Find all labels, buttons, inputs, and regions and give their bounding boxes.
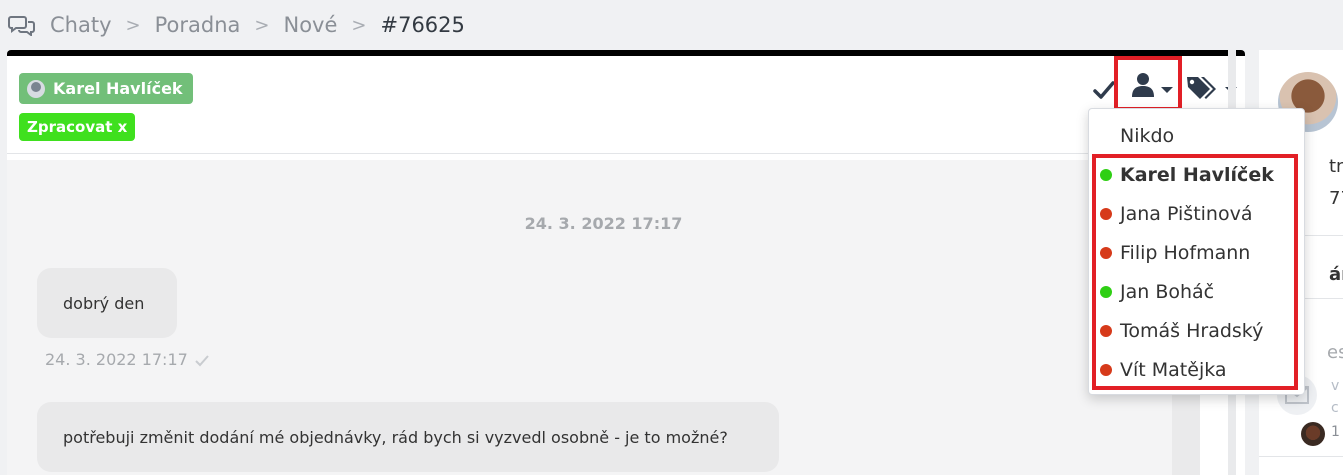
dropdown-item-jan-bohac[interactable]: Jan Boháč xyxy=(1089,272,1304,311)
offline-status-dot xyxy=(1100,363,1112,376)
offline-status-dot xyxy=(1100,207,1112,220)
breadcrumb-separator: > xyxy=(254,14,270,36)
message-list: 24. 3. 2022 17:17 dobrý den 24. 3. 2022 … xyxy=(7,160,1200,475)
customer-info-fragment: 77 xyxy=(1329,188,1343,209)
panel-divider-line xyxy=(1259,456,1343,457)
message-text: dobrý den xyxy=(63,293,145,313)
assign-dropdown-caret-icon[interactable] xyxy=(1161,87,1173,93)
breadcrumb-nove[interactable]: Nové xyxy=(283,13,337,37)
assigned-agent-name: Karel Havlíček xyxy=(53,79,183,98)
chat-card: Karel Havlíček Zpracovat x 24. 3. 2022 1… xyxy=(7,50,1245,475)
breadcrumb-poradna[interactable]: Poradna xyxy=(155,13,241,37)
panel-fragment: 1 xyxy=(1331,424,1340,440)
date-divider: 24. 3. 2022 17:17 xyxy=(524,214,683,233)
dropdown-item-nikdo[interactable]: Nikdo xyxy=(1089,116,1304,155)
dropdown-item-jana-pistinova[interactable]: Jana Pištinová xyxy=(1089,194,1304,233)
assign-agent-dropdown: Nikdo Karel Havlíček Jana Pištinová Fili… xyxy=(1088,108,1305,395)
panel-fragment: v xyxy=(1331,378,1340,394)
breadcrumb-chaty[interactable]: Chaty xyxy=(50,13,112,37)
panel-section-title: ár xyxy=(1329,264,1343,285)
online-status-dot xyxy=(1100,168,1112,181)
offline-status-dot xyxy=(1100,246,1112,259)
assign-user-icon[interactable] xyxy=(1131,72,1155,98)
offline-status-dot xyxy=(1100,324,1112,337)
breadcrumb-ticket-id: #76625 xyxy=(380,13,465,37)
breadcrumb-separator: > xyxy=(351,14,367,36)
dropdown-item-filip-hofmann[interactable]: Filip Hofmann xyxy=(1089,233,1304,272)
dropdown-item-karel-havlicek[interactable]: Karel Havlíček xyxy=(1089,155,1304,194)
chat-header: Karel Havlíček Zpracovat x xyxy=(7,56,1245,154)
message-text: potřebuji změnit dodání mé objednávky, r… xyxy=(63,427,728,447)
agent-small-avatar xyxy=(1301,422,1325,446)
breadcrumb: Chaty > Poradna > Nové > #76625 xyxy=(8,8,465,42)
dropdown-item-vit-matejka[interactable]: Vít Matějka xyxy=(1089,350,1304,389)
chat-toolbar xyxy=(1045,56,1245,116)
read-check-icon xyxy=(194,353,210,367)
tags-icon[interactable] xyxy=(1185,74,1219,102)
panel-fragment: c xyxy=(1331,400,1339,416)
check-icon[interactable] xyxy=(1092,78,1116,102)
assigned-agent-badge[interactable]: Karel Havlíček xyxy=(19,73,193,104)
chat-bubbles-icon xyxy=(8,12,38,38)
online-status-dot xyxy=(1100,285,1112,298)
message-bubble: dobrý den xyxy=(37,268,177,338)
customer-info-fragment: tn xyxy=(1329,156,1343,177)
dropdown-item-tomas-hradsky[interactable]: Tomáš Hradský xyxy=(1089,311,1304,350)
breadcrumb-separator: > xyxy=(125,14,141,36)
message-bubble: potřebuji změnit dodání mé objednávky, r… xyxy=(37,402,779,472)
message-timestamp: 24. 3. 2022 17:17 xyxy=(45,350,210,369)
process-badge[interactable]: Zpracovat x xyxy=(19,113,136,141)
panel-fragment: est xyxy=(1327,342,1343,363)
agent-avatar xyxy=(27,79,45,98)
